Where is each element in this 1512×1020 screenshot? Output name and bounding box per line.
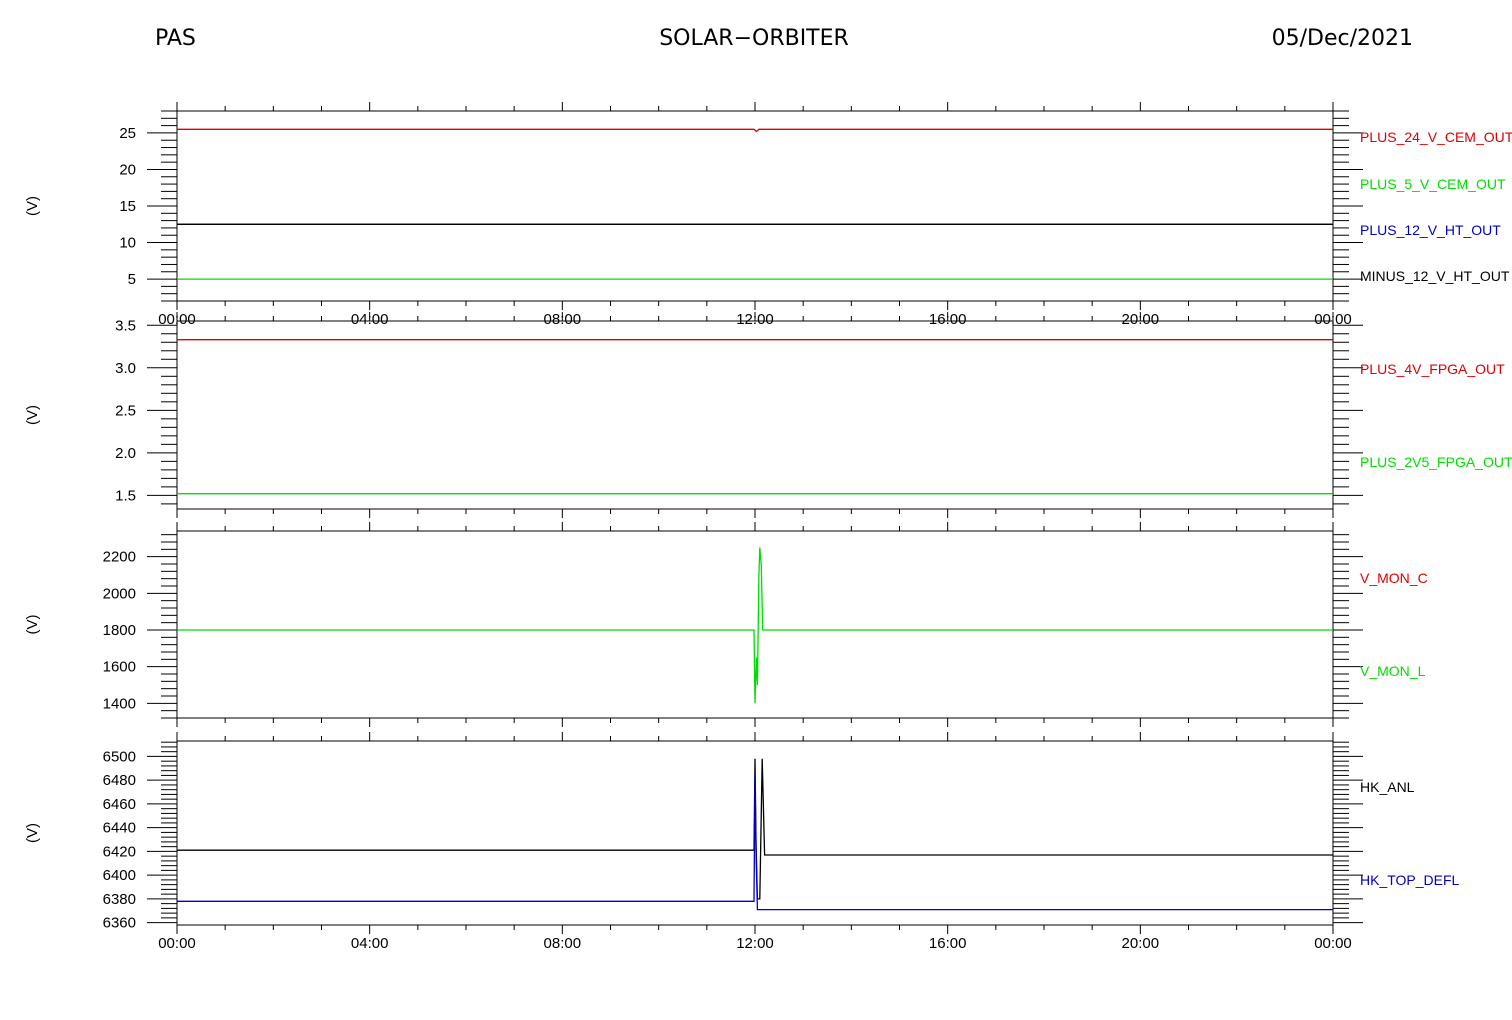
- x-tick-label: 00:00: [1314, 935, 1352, 952]
- y-axis-label: (V): [24, 823, 41, 843]
- y-tick-label: 6460: [103, 796, 136, 813]
- y-tick-label: 1600: [103, 659, 136, 676]
- y-tick-label: 1400: [103, 695, 136, 712]
- plot-frame: [176, 320, 1334, 510]
- y-tick-label: 6360: [103, 915, 136, 932]
- y-axis-label: (V): [24, 196, 41, 216]
- legend-label: HK_TOP_DEFL: [1360, 872, 1460, 888]
- y-tick-label: 2.0: [115, 445, 136, 462]
- y-tick-label: 2.5: [115, 402, 136, 419]
- panel-3: 1400 1600 1800 2000 2200 (V) V_MON_C V_MON_L: [24, 522, 1428, 727]
- y-tick-label: 20: [119, 161, 136, 178]
- y-tick-label: 2000: [103, 585, 136, 602]
- y-tick-label: 6380: [103, 891, 136, 908]
- panel-4: 6360 6380 6400 6420 6440 6460 6480 6500 (V) 00:00…: [24, 732, 1460, 952]
- legend-label: V_MON_L: [1360, 663, 1426, 679]
- legend-label: PLUS_5_V_CEM_OUT: [1360, 176, 1506, 192]
- y-tick-label: 6500: [103, 748, 136, 765]
- housekeeping-chart: PAS SOLAR−ORBITER 05/Dec/2021 5 10 15 20 25 (…: [24, 26, 1512, 952]
- legend-label: HK_ANL: [1360, 779, 1415, 795]
- x-tick-label: 08:00: [544, 935, 582, 952]
- y-tick-label: 3.5: [115, 317, 136, 334]
- y-tick-label: 2200: [103, 549, 136, 566]
- panel-1: 510152025(V)00:00 04:00 08:00 12:00 16:00 20:…: [24, 102, 1512, 328]
- series-line-hk-top-defl: [177, 774, 1333, 911]
- y-tick-label: 1.5: [115, 487, 136, 504]
- y-tick-label: 6480: [103, 772, 136, 789]
- y-tick-label: 15: [119, 198, 136, 215]
- x-tick-label: 12:00: [736, 935, 774, 952]
- y-tick-label: 6440: [103, 820, 136, 837]
- legend-label: PLUS_2V5_FPGA_OUT: [1360, 454, 1512, 470]
- mission-title: SOLAR−ORBITER: [659, 26, 849, 51]
- x-tick-label: 00:00: [158, 935, 196, 952]
- legend-label: MINUS_12_V_HT_OUT: [1360, 268, 1510, 284]
- x-tick-label: 20:00: [1122, 935, 1160, 952]
- series-line-v-mon-l: [177, 547, 1333, 704]
- legend-label: PLUS_12_V_HT_OUT: [1360, 222, 1501, 238]
- y-tick-label: 1800: [103, 622, 136, 639]
- instrument-label: PAS: [155, 26, 196, 51]
- legend-label: V_MON_C: [1360, 570, 1428, 586]
- x-tick-label: 04:00: [351, 935, 389, 952]
- x-tick-label: 16:00: [929, 935, 967, 952]
- legend-label: PLUS_4V_FPGA_OUT: [1360, 361, 1505, 377]
- y-axis-label: (V): [24, 615, 41, 635]
- y-tick-label: 6420: [103, 843, 136, 860]
- series-line-plus-24-v-cem-out: [177, 128, 1333, 133]
- plot-frame: [176, 110, 1334, 302]
- y-tick-label: 3.0: [115, 360, 136, 377]
- y-tick-label: 5: [128, 271, 136, 288]
- legend-label: PLUS_24_V_CEM_OUT: [1360, 129, 1512, 145]
- panels: 5 10 15 20 25 (V) 00:00 04:00 08:00 12:00 16:00 20:…: [24, 102, 1512, 952]
- date-label: 05/Dec/2021: [1272, 26, 1413, 51]
- panel-2: 1.5 2.0 2.5 3.0 3.5 (V) PLUS_4V_FPGA_OUT PLUS_2…: [24, 312, 1512, 518]
- y-axis-label: (V): [24, 405, 41, 425]
- y-tick-label: 10: [119, 235, 136, 252]
- y-tick-label: 6400: [103, 867, 136, 884]
- y-tick-label: 25: [119, 125, 136, 142]
